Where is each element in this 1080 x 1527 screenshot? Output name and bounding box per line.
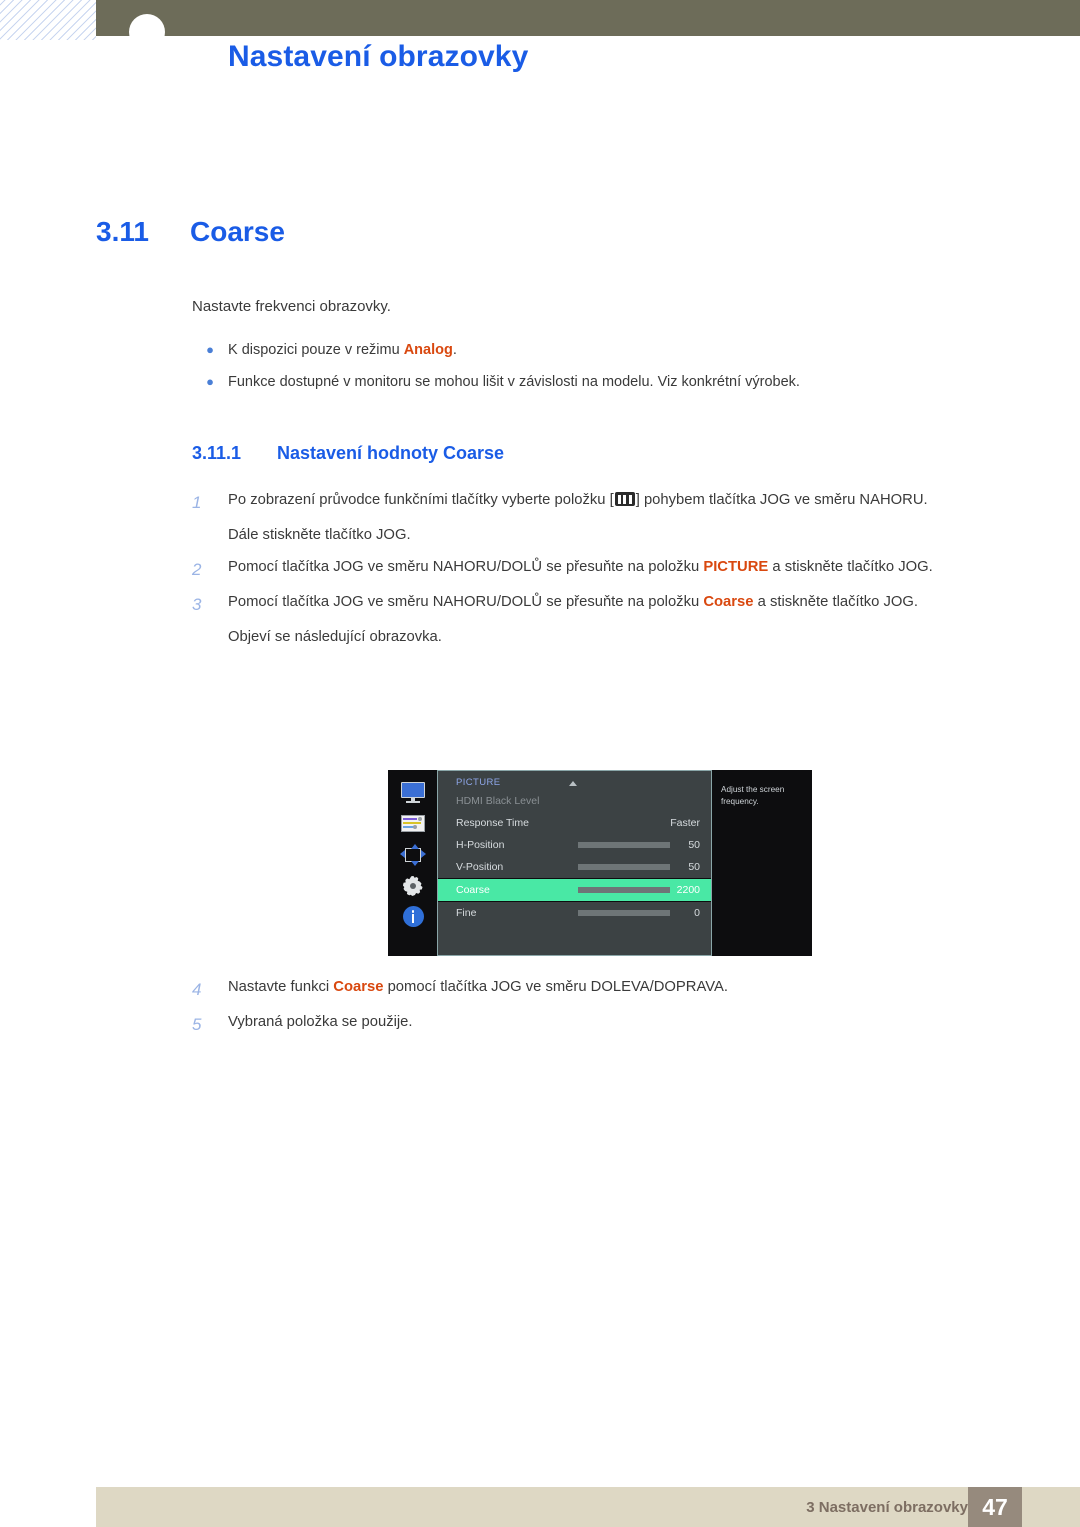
osd-icon-rail <box>388 770 437 956</box>
section-heading: 3.11 Coarse <box>96 216 285 248</box>
step-text: Po zobrazení průvodce funkčními tlačítky… <box>228 488 1004 517</box>
osd-row-value: 0 <box>694 907 700 919</box>
page-title: Nastavení obrazovky <box>228 40 529 73</box>
osd-row-label: Fine <box>456 907 477 919</box>
step-1: 1 Po zobrazení průvodce funkčními tlačít… <box>192 488 1004 517</box>
list-item: ● Funkce dostupné v monitoru se mohou li… <box>192 374 992 390</box>
bullet-text-before: K dispozici pouze v režimu <box>228 342 404 358</box>
picture-settings-icon[interactable] <box>400 813 426 835</box>
step-5: 5 Vybraná položka se použije. <box>192 1010 1004 1039</box>
step-text-part2: pomocí tlačítka JOG ve směru DOLEVA/DOPR… <box>383 979 728 995</box>
step-3-note: Objeví se následující obrazovka. <box>228 629 442 646</box>
subsection-number: 3.11.1 <box>192 443 242 463</box>
subsection-title: Nastavení hodnoty Coarse <box>277 443 505 463</box>
step-text: Vybraná položka se použije. <box>228 1010 1004 1039</box>
osd-row-hdmi-black-level[interactable]: HDMI Black Level <box>438 790 711 812</box>
section-title: Coarse <box>190 216 285 247</box>
osd-row-coarse[interactable]: Coarse 2200 <box>438 878 711 902</box>
bullet-dot-icon: ● <box>206 342 214 357</box>
osd-slider[interactable] <box>578 910 670 916</box>
step-text-part1: Vybraná položka se použije. <box>228 1014 413 1031</box>
step-2: 2 Pomocí tlačítka JOG ve směru NAHORU/DO… <box>192 555 1004 584</box>
footer-page-number: 47 <box>982 1494 1008 1520</box>
step-text: Pomocí tlačítka JOG ve směru NAHORU/DOLŮ… <box>228 590 1004 619</box>
step-number: 3 <box>192 594 202 614</box>
section-number: 3.11 <box>96 216 149 247</box>
osd-row-label: Coarse <box>456 884 490 896</box>
step-1-note: Dále stiskněte tlačítko JOG. <box>228 527 411 544</box>
bullet-highlight: Analog <box>403 342 453 358</box>
list-item: ● K dispozici pouze v režimu Analog. <box>192 342 992 358</box>
osd-row-value: Faster <box>670 817 700 829</box>
info-icon[interactable] <box>400 906 426 928</box>
bullet-dot-icon: ● <box>206 374 214 389</box>
step-3: 3 Pomocí tlačítka JOG ve směru NAHORU/DO… <box>192 590 1004 619</box>
step-text-part2: a stiskněte tlačítko JOG. <box>768 558 933 575</box>
osd-row-label: HDMI Black Level <box>456 795 540 807</box>
jog-menu-icon <box>614 492 635 506</box>
osd-slider[interactable] <box>578 864 670 870</box>
step-text-part2: a stiskněte tlačítko JOG. <box>753 593 918 610</box>
procedure-steps: 1 Po zobrazení průvodce funkčními tlačít… <box>192 488 1004 657</box>
step-text-part1: Pomocí tlačítka JOG ve směru NAHORU/DOLŮ… <box>228 558 704 575</box>
osd-row-v-position[interactable]: V-Position 50 <box>438 856 711 878</box>
osd-row-label: V-Position <box>456 861 504 873</box>
bullet-text-after: . <box>452 342 457 358</box>
osd-menu-screenshot: PICTURE HDMI Black Level Response Time F… <box>388 770 812 956</box>
subsection-heading: 3.11.1 Nastavení hodnoty Coarse <box>192 443 504 464</box>
step-highlight: Coarse <box>333 979 384 995</box>
footer-chapter-label: 3 Nastavení obrazovky <box>806 1499 968 1516</box>
monitor-icon[interactable] <box>400 782 426 804</box>
lead-paragraph: Nastavte frekvenci obrazovky. <box>192 298 391 315</box>
step-number: 4 <box>192 980 202 999</box>
osd-menu-title: PICTURE <box>456 777 501 788</box>
osd-row-fine[interactable]: Fine 0 <box>438 902 711 924</box>
notes-bullet-list: ● K dispozici pouze v režimu Analog. ● F… <box>192 342 992 406</box>
osd-row-value: 50 <box>688 839 700 851</box>
osd-row-value: 50 <box>688 861 700 873</box>
osd-row-h-position[interactable]: H-Position 50 <box>438 834 711 856</box>
osd-slider[interactable] <box>578 842 670 848</box>
header-circle-notch <box>129 14 165 50</box>
step-4: 4 Nastavte funkci Coarse pomocí tlačítka… <box>192 975 1004 1004</box>
header-hatch-decoration <box>0 0 96 40</box>
header-band <box>96 0 1080 36</box>
osd-row-label: H-Position <box>456 839 505 851</box>
osd-row-label: Response Time <box>456 817 529 829</box>
procedure-steps-continued: 4 Nastavte funkci Coarse pomocí tlačítka… <box>192 975 1004 1045</box>
position-icon[interactable] <box>399 844 426 866</box>
step-text-part1: Pomocí tlačítka JOG ve směru NAHORU/DOLŮ… <box>228 593 704 610</box>
step-number: 2 <box>192 559 202 579</box>
step-highlight: Coarse <box>703 593 754 610</box>
osd-row-value: 2200 <box>676 884 700 896</box>
osd-row-response-time[interactable]: Response Time Faster <box>438 812 711 834</box>
osd-description-panel: Adjust the screen frequency. <box>712 770 811 956</box>
step-number: 5 <box>192 1015 202 1035</box>
bullet-text: Funkce dostupné v monitoru se mohou liši… <box>228 374 800 390</box>
gear-icon[interactable] <box>400 875 426 897</box>
step-text-before-icon: Po zobrazení průvodce funkčními tlačítky… <box>228 492 614 508</box>
osd-row-list: HDMI Black Level Response Time Faster H-… <box>438 790 711 924</box>
step-text: Nastavte funkci Coarse pomocí tlačítka J… <box>228 975 1004 1004</box>
step-text: Pomocí tlačítka JOG ve směru NAHORU/DOLŮ… <box>228 555 1004 584</box>
osd-main-panel: PICTURE HDMI Black Level Response Time F… <box>437 770 712 956</box>
osd-slider[interactable] <box>578 887 670 893</box>
chevron-up-icon[interactable] <box>569 781 577 786</box>
step-text-part1: Nastavte funkci <box>228 979 334 995</box>
step-highlight: PICTURE <box>703 558 769 575</box>
bullet-text: K dispozici pouze v režimu Analog. <box>228 342 992 358</box>
step-text-after-icon: ] pohybem tlačítka JOG ve směru NAHORU. <box>635 492 928 508</box>
step-number: 1 <box>192 493 202 512</box>
